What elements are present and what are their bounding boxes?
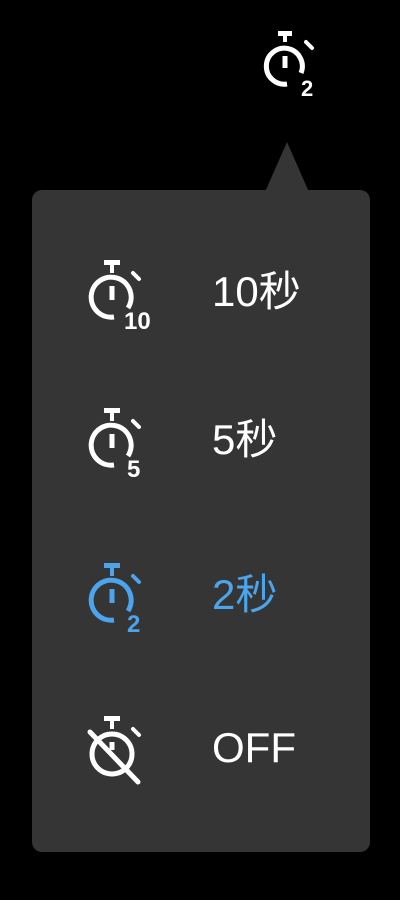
timer-option-off[interactable]: OFF: [32, 688, 370, 808]
popup-pointer: [265, 142, 309, 192]
timer-10-badge: 10: [124, 308, 151, 335]
timer-option-label: 10秒: [212, 268, 301, 315]
timer-option-label: 5秒: [212, 416, 278, 463]
timer-option-label: OFF: [212, 724, 296, 771]
timer-option-2s[interactable]: 2 2秒: [32, 535, 370, 655]
timer-option-10s[interactable]: 10 10秒: [32, 232, 370, 352]
timer-option-label: 2秒: [212, 571, 278, 618]
timer-10-icon: 10: [82, 256, 172, 336]
timer-menu-panel: 10 10秒 5 5秒 2 2秒 OFF: [32, 190, 370, 852]
timer-5-icon: 5: [82, 404, 172, 484]
timer-2-badge: 2: [127, 611, 140, 638]
timer-2-icon: 2: [82, 559, 172, 639]
timer-option-5s[interactable]: 5 5秒: [32, 380, 370, 500]
current-timer-badge: 2: [301, 76, 313, 100]
current-timer-button[interactable]: 2: [254, 28, 324, 100]
timer-5-badge: 5: [127, 456, 140, 483]
timer-2-icon: 2: [263, 31, 314, 100]
timer-off-icon: [82, 712, 172, 792]
